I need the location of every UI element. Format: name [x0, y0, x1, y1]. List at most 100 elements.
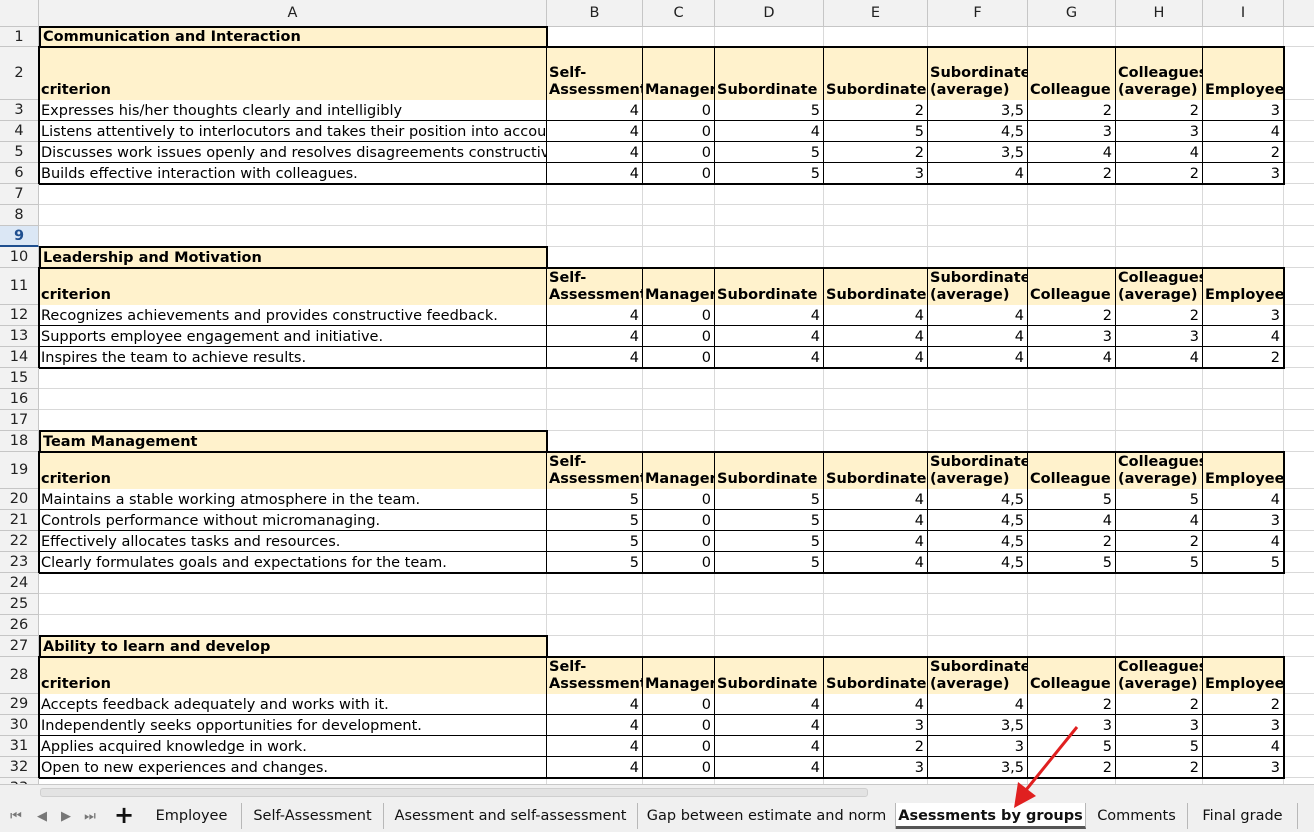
value-cell[interactable]: 4,5 [928, 552, 1028, 573]
header-cell[interactable]: Subordinate (average) [928, 268, 1028, 305]
value-cell[interactable]: 5 [715, 142, 824, 163]
criterion-cell[interactable]: Inspires the team to achieve results. [39, 347, 547, 368]
select-all-corner[interactable] [0, 0, 39, 27]
next-sheet-icon[interactable]: ▶ [56, 807, 76, 827]
tab-self-assessment[interactable]: Self-Assessment [242, 803, 384, 829]
header-cell[interactable]: Manager [643, 47, 715, 100]
value-cell[interactable]: 5 [1028, 552, 1116, 573]
header-cell[interactable]: Subordinate (average) [928, 47, 1028, 100]
column-header[interactable]: H [1116, 0, 1203, 27]
value-cell[interactable]: 3 [1116, 326, 1203, 347]
value-cell[interactable]: 2 [1028, 531, 1116, 552]
value-cell[interactable]: 4 [547, 757, 643, 778]
value-cell[interactable]: 4 [824, 510, 928, 531]
value-cell[interactable]: 0 [643, 121, 715, 142]
value-cell[interactable]: 4 [547, 142, 643, 163]
header-cell[interactable]: Subordinate (average) [928, 657, 1028, 694]
value-cell[interactable]: 4 [1203, 489, 1284, 510]
row-header[interactable]: 14 [0, 347, 39, 368]
value-cell[interactable]: 0 [643, 326, 715, 347]
value-cell[interactable]: 2 [1116, 694, 1203, 715]
value-cell[interactable]: 4 [1116, 142, 1203, 163]
column-header[interactable]: E [824, 0, 928, 27]
group-title[interactable]: Team Management [39, 430, 548, 453]
header-cell[interactable]: Employee [1203, 47, 1284, 100]
value-cell[interactable]: 3 [1203, 163, 1284, 184]
tab-comments[interactable]: Comments [1086, 803, 1188, 829]
value-cell[interactable]: 4 [547, 715, 643, 736]
row-header[interactable]: 24 [0, 573, 39, 594]
row-header[interactable]: 29 [0, 694, 39, 715]
value-cell[interactable]: 2 [824, 736, 928, 757]
value-cell[interactable]: 0 [643, 736, 715, 757]
value-cell[interactable]: 2 [1028, 163, 1116, 184]
value-cell[interactable]: 4 [715, 757, 824, 778]
criterion-cell[interactable]: Clearly formulates goals and expectation… [39, 552, 547, 573]
value-cell[interactable]: 5 [824, 121, 928, 142]
value-cell[interactable]: 3,5 [928, 100, 1028, 121]
value-cell[interactable]: 4 [928, 326, 1028, 347]
value-cell[interactable]: 5 [1116, 736, 1203, 757]
value-cell[interactable]: 5 [1116, 489, 1203, 510]
value-cell[interactable]: 4 [715, 326, 824, 347]
header-cell[interactable]: Subordinate 2 [824, 452, 928, 489]
value-cell[interactable]: 3 [1203, 510, 1284, 531]
value-cell[interactable]: 0 [643, 163, 715, 184]
value-cell[interactable]: 5 [715, 163, 824, 184]
value-cell[interactable]: 0 [643, 510, 715, 531]
row-header[interactable]: 22 [0, 531, 39, 552]
value-cell[interactable]: 0 [643, 715, 715, 736]
criterion-cell[interactable]: Listens attentively to interlocutors and… [39, 121, 547, 142]
header-cell[interactable]: Subordinate 1 [715, 47, 824, 100]
header-cell[interactable]: Subordinate 2 [824, 657, 928, 694]
value-cell[interactable]: 4 [824, 531, 928, 552]
header-cell[interactable]: Employee [1203, 657, 1284, 694]
value-cell[interactable]: 4 [928, 163, 1028, 184]
header-cell[interactable]: criterion [39, 268, 547, 305]
value-cell[interactable]: 4 [824, 326, 928, 347]
tab-assessments-by-groups[interactable]: Asessments by groups [896, 803, 1086, 829]
value-cell[interactable]: 5 [1203, 552, 1284, 573]
value-cell[interactable]: 0 [643, 347, 715, 368]
value-cell[interactable]: 4 [1028, 347, 1116, 368]
group-title[interactable]: Leadership and Motivation [39, 246, 548, 269]
header-cell[interactable]: Self- Assessment [547, 47, 643, 100]
value-cell[interactable]: 4,5 [928, 510, 1028, 531]
column-header[interactable]: C [643, 0, 715, 27]
value-cell[interactable]: 4 [715, 715, 824, 736]
value-cell[interactable]: 4 [1203, 531, 1284, 552]
value-cell[interactable]: 0 [643, 489, 715, 510]
row-header[interactable]: 18 [0, 431, 39, 452]
header-cell[interactable]: Self- Assessment [547, 452, 643, 489]
tab-final-grade[interactable]: Final grade [1188, 803, 1298, 829]
prev-sheet-icon[interactable]: ◀ [32, 807, 52, 827]
row-header[interactable]: 19 [0, 452, 39, 489]
value-cell[interactable]: 5 [547, 489, 643, 510]
column-header[interactable]: G [1028, 0, 1116, 27]
value-cell[interactable]: 3 [1203, 757, 1284, 778]
value-cell[interactable]: 4 [824, 694, 928, 715]
value-cell[interactable]: 4 [1028, 510, 1116, 531]
value-cell[interactable]: 4 [715, 694, 824, 715]
column-header-extra[interactable] [1284, 0, 1314, 27]
value-cell[interactable]: 3 [824, 163, 928, 184]
criterion-cell[interactable]: Discusses work issues openly and resolve… [39, 142, 547, 163]
row-header[interactable]: 4 [0, 121, 39, 142]
row-header[interactable]: 13 [0, 326, 39, 347]
value-cell[interactable]: 5 [1028, 736, 1116, 757]
value-cell[interactable]: 4 [928, 694, 1028, 715]
horizontal-scrollbar[interactable] [40, 788, 868, 797]
value-cell[interactable]: 5 [1116, 552, 1203, 573]
value-cell[interactable]: 4 [824, 552, 928, 573]
row-header[interactable]: 11 [0, 268, 39, 305]
header-cell[interactable]: Subordinate 1 [715, 268, 824, 305]
header-cell[interactable]: Subordinate 2 [824, 268, 928, 305]
value-cell[interactable]: 4 [547, 163, 643, 184]
value-cell[interactable]: 0 [643, 142, 715, 163]
value-cell[interactable]: 4 [547, 736, 643, 757]
value-cell[interactable]: 0 [643, 100, 715, 121]
row-header[interactable]: 17 [0, 410, 39, 431]
row-header[interactable]: 25 [0, 594, 39, 615]
value-cell[interactable]: 0 [643, 531, 715, 552]
row-header[interactable]: 27 [0, 636, 39, 657]
